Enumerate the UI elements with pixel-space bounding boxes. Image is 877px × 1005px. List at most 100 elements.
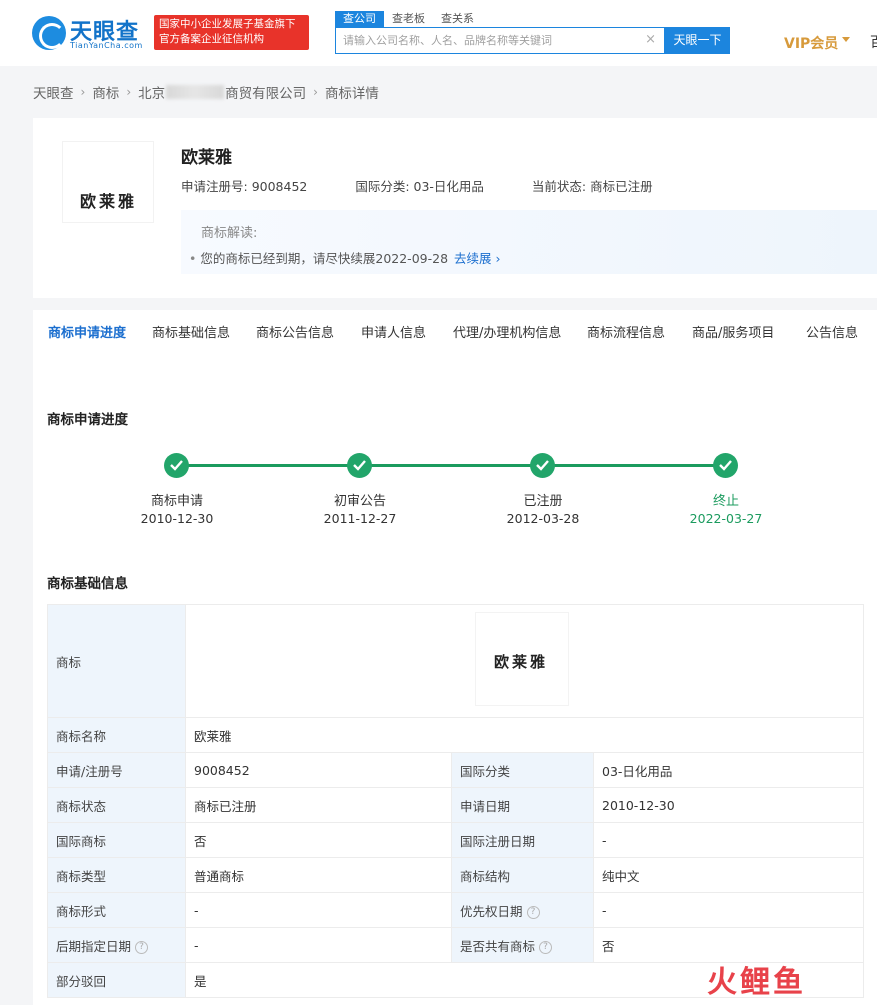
table-row: 商标名称 欧莱雅 bbox=[47, 717, 865, 753]
banner-line-1: 国家中小企业发展子基金旗下 bbox=[159, 18, 296, 30]
trademark-image-text: 欧莱雅 bbox=[80, 192, 138, 211]
step-label: 初审公告 bbox=[333, 494, 386, 509]
trademark-name: 欧莱雅 bbox=[181, 148, 232, 168]
priority-date-label: 优先权日期? bbox=[451, 892, 594, 928]
step-date: 2012-03-28 bbox=[506, 511, 580, 526]
row-label: 国际商标 bbox=[47, 822, 186, 858]
expiry-notice: 您的商标已经到期，请尽快续展2022-09-28 bbox=[200, 251, 449, 266]
row-value: 9008452 bbox=[185, 752, 452, 788]
row-label: 商标形式 bbox=[47, 892, 186, 928]
later-date-label-text: 后期指定日期 bbox=[56, 938, 132, 954]
trademark-image[interactable]: 欧莱雅 bbox=[476, 613, 568, 705]
row-label: 国际注册日期 bbox=[451, 822, 594, 858]
shared-trademark-label: 是否共有商标? bbox=[451, 927, 594, 963]
blurred-company-name bbox=[166, 85, 225, 99]
breadcrumb-company-suffix[interactable]: 商贸有限公司 bbox=[225, 82, 306, 102]
row-label: 部分驳回 bbox=[47, 962, 186, 998]
step-check-icon bbox=[713, 453, 738, 478]
trademark-label: 商标 bbox=[47, 604, 186, 718]
step-date: 2010-12-30 bbox=[140, 511, 214, 526]
step-label: 商标申请 bbox=[150, 494, 203, 509]
step-check-icon bbox=[530, 453, 555, 478]
step-check-icon bbox=[347, 453, 372, 478]
help-icon[interactable]: ? bbox=[526, 905, 540, 919]
logo-subtitle: TianYanCha.com bbox=[70, 41, 143, 50]
name-label: 商标名称 bbox=[47, 717, 186, 753]
trademark-interpretation: 商标解读: • 您的商标已经到期，请尽快续展2022-09-28 去续展 › bbox=[181, 210, 877, 274]
tab-application-progress[interactable]: 商标申请进度 bbox=[48, 322, 126, 341]
row-value: 商标已注册 bbox=[185, 787, 452, 823]
search-button[interactable]: 天眼一下 bbox=[665, 27, 730, 54]
row-label: 商标状态 bbox=[47, 787, 186, 823]
search-tab-relation[interactable]: 查关系 bbox=[433, 11, 482, 27]
name-value: 欧莱雅 bbox=[184, 717, 865, 753]
basic-info-table: 商标 欧莱雅 商标名称 欧莱雅 申请/注册号 9008452 国际分类 03-日… bbox=[47, 604, 865, 998]
trademark-image-text: 欧莱雅 bbox=[494, 653, 549, 671]
progress-section-title: 商标申请进度 bbox=[47, 412, 128, 428]
tab-notice-info[interactable]: 公告信息 bbox=[806, 322, 858, 341]
search-box: × bbox=[335, 27, 665, 54]
breadcrumb-company-prefix[interactable]: 北京 bbox=[138, 82, 165, 102]
reg-no-value: 9008452 bbox=[251, 179, 308, 194]
watermark-char: 鱼 bbox=[773, 965, 806, 1000]
clear-icon[interactable]: × bbox=[645, 32, 656, 47]
main-content: 商标申请进度 商标申请 2010-12-30 初审公告 2011-12-27 已… bbox=[33, 354, 877, 1005]
row-value: 普通商标 bbox=[185, 857, 452, 893]
class-value: 03-日化用品 bbox=[413, 179, 484, 194]
row-value: 2010-12-30 bbox=[592, 787, 865, 823]
row-label: 商标类型 bbox=[47, 857, 186, 893]
banner-line-2: 官方备案企业征信机构 bbox=[159, 33, 264, 45]
breadcrumb-separator: › bbox=[126, 85, 132, 99]
table-row: 商标 欧莱雅 bbox=[47, 604, 865, 718]
tab-announcement-info[interactable]: 商标公告信息 bbox=[256, 322, 334, 341]
search-tab-company[interactable]: 查公司 bbox=[335, 11, 384, 27]
row-value: 03-日化用品 bbox=[592, 752, 865, 788]
tab-process-info[interactable]: 商标流程信息 bbox=[587, 322, 665, 341]
table-row: 商标状态 商标已注册 申请日期 2010-12-30 bbox=[47, 787, 865, 823]
bullet-dot: • bbox=[189, 251, 197, 266]
help-icon[interactable]: ? bbox=[135, 940, 149, 954]
promo-banner[interactable]: 国家中小企业发展子基金旗下 官方备案企业征信机构 bbox=[154, 15, 309, 50]
breadcrumb-trademark[interactable]: 商标 bbox=[92, 82, 119, 102]
row-label: 申请日期 bbox=[451, 787, 594, 823]
table-row: 申请/注册号 9008452 国际分类 03-日化用品 bbox=[47, 752, 865, 788]
row-value: - bbox=[185, 927, 452, 963]
row-label: 国际分类 bbox=[451, 752, 594, 788]
renew-link-label: 去续展 bbox=[454, 251, 492, 266]
renew-link[interactable]: 去续展 › bbox=[454, 251, 501, 266]
row-value: 纯中文 bbox=[592, 857, 865, 893]
search-tab-boss[interactable]: 查老板 bbox=[384, 11, 433, 27]
row-value: - bbox=[185, 892, 452, 928]
search-input[interactable] bbox=[336, 28, 636, 53]
tab-basic-info[interactable]: 商标基础信息 bbox=[152, 322, 230, 341]
interpretation-line: • 您的商标已经到期，请尽快续展2022-09-28 去续展 › bbox=[189, 248, 501, 267]
tab-applicant-info[interactable]: 申请人信息 bbox=[361, 322, 426, 341]
row-value: 否 bbox=[185, 822, 452, 858]
trademark-image[interactable]: 欧莱雅 bbox=[63, 142, 153, 222]
table-row: 商标类型 普通商标 商标结构 纯中文 bbox=[47, 857, 865, 893]
step-date: 2011-12-27 bbox=[323, 511, 397, 526]
tab-agency-info[interactable]: 代理/办理机构信息 bbox=[453, 322, 561, 341]
watermark-char: 火 bbox=[707, 965, 740, 1000]
watermark-char: 鲤 bbox=[740, 965, 773, 1000]
priority-date-label-text: 优先权日期 bbox=[460, 903, 523, 919]
breadcrumb-separator: › bbox=[313, 85, 318, 99]
status-label: 当前状态: bbox=[531, 179, 591, 194]
step-date-final: 2022-03-27 bbox=[689, 511, 763, 526]
interpretation-title: 商标解读: bbox=[201, 226, 258, 241]
reg-no-label: 申请注册号: bbox=[181, 179, 252, 194]
vip-member-link[interactable]: VIP会员 bbox=[784, 33, 838, 53]
row-value: - bbox=[592, 892, 865, 928]
trademark-image-cell: 欧莱雅 bbox=[184, 604, 865, 718]
row-label: 申请/注册号 bbox=[47, 752, 186, 788]
top-header: 天眼查 TianYanCha.com 国家中小企业发展子基金旗下 官方备案企业征… bbox=[0, 0, 877, 66]
table-row: 商标形式 - 优先权日期? - bbox=[47, 892, 865, 928]
breadcrumb-home[interactable]: 天眼查 bbox=[33, 82, 74, 102]
site-logo[interactable]: 天眼查 TianYanCha.com bbox=[32, 14, 150, 52]
chevron-down-icon[interactable] bbox=[842, 37, 850, 42]
tab-goods-services[interactable]: 商品/服务项目 bbox=[692, 322, 774, 341]
header-cut-text[interactable]: 百 bbox=[870, 32, 877, 52]
status-value: 商标已注册 bbox=[590, 179, 653, 194]
help-icon[interactable]: ? bbox=[539, 940, 553, 954]
shared-trademark-label-text: 是否共有商标 bbox=[460, 938, 536, 954]
